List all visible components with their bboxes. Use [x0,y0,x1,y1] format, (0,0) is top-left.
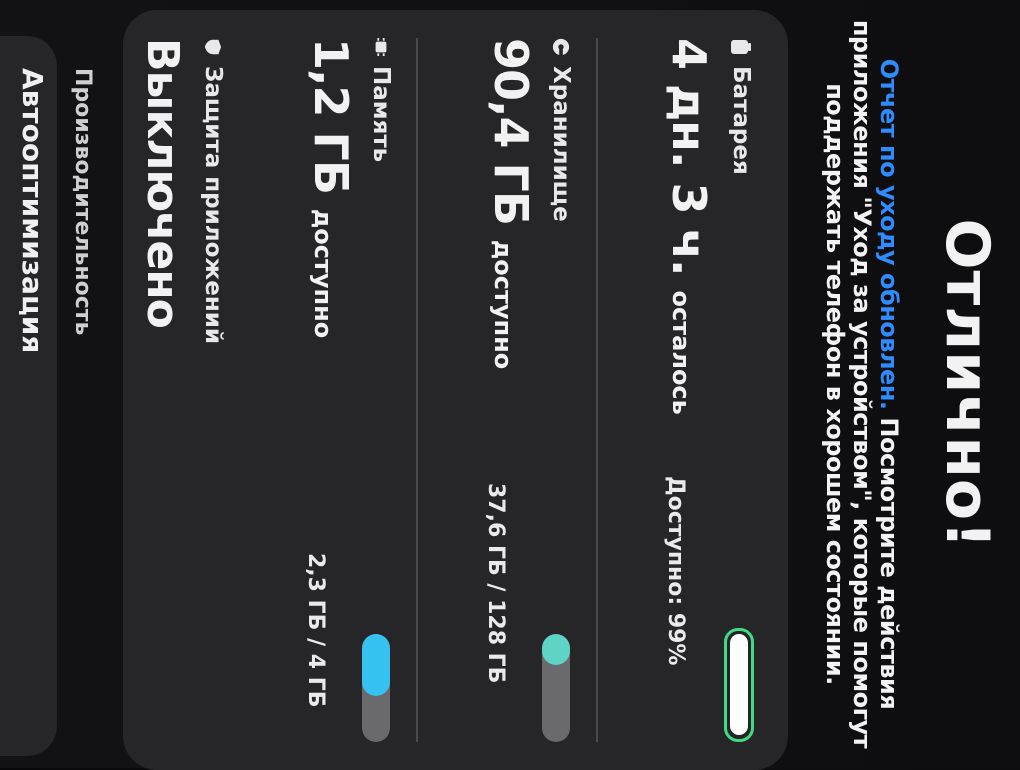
battery-label: Батарея [728,66,754,175]
storage-usage: 37,6 ГБ / 128 ГБ [483,483,508,684]
memory-label: Память [368,66,394,163]
memory-gauge [362,634,390,742]
app-protection-row[interactable]: Защита приложений Выключено [130,38,240,742]
memory-row[interactable]: Память 1,2 ГБ доступно 2,3 ГБ / 4 ГБ [258,38,408,742]
divider [416,38,418,742]
battery-remaining: 4 дн. 3 ч. осталось [662,38,716,415]
performance-section: Производительность Автооптимизация [0,0,115,768]
status-card: Батарея 4 дн. 3 ч. осталось Доступно: 99… [123,10,788,770]
battery-gauge [724,628,754,742]
memory-chip-icon [375,38,387,56]
storage-label: Хранилище [548,66,574,222]
divider [596,38,598,742]
battery-available: Доступно: 99% [663,476,688,666]
shield-icon [204,39,222,55]
battery-icon [731,40,751,54]
auto-optimization-card[interactable]: Автооптимизация [0,36,57,756]
report-link[interactable]: Отчет по уходу обновлен. [875,59,903,410]
storage-row[interactable]: Хранилище 90,4 ГБ доступно 37,6 ГБ / 128… [438,38,588,742]
auto-optimization-label: Автооптимизация [16,68,49,354]
battery-row[interactable]: Батарея 4 дн. 3 ч. осталось Доступно: 99… [618,38,768,742]
app-protection-status: Выключено [137,38,188,328]
page-title: Отлично! [932,218,1002,550]
app-protection-label: Защита приложений [200,66,226,344]
performance-section-label: Производительность [70,68,95,336]
memory-available: 1,2 ГБ доступно [304,38,358,339]
storage-available: 90,4 ГБ доступно [484,38,538,370]
device-care-screen: Отлично! Отчет по уходу обновлен. Посмот… [0,0,1020,770]
report-subtitle: Отчет по уходу обновлен. Посмотрите дейс… [821,0,903,768]
storage-icon [552,38,570,56]
storage-gauge [542,634,570,742]
memory-usage: 2,3 ГБ / 4 ГБ [303,553,328,708]
